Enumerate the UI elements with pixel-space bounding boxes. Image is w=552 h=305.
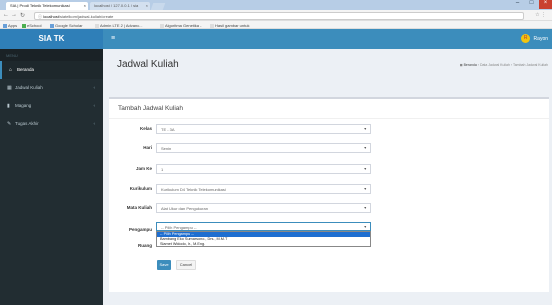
browser-tab-inactive[interactable]: localhost / 127.0.0.1 / sia × (90, 2, 150, 10)
sidebar-header: MENU (0, 49, 103, 61)
app-logo[interactable]: SIA TK (0, 29, 103, 49)
sidebar-item-label: Beranda (17, 67, 35, 72)
pen-icon: ✎ (7, 121, 12, 127)
breadcrumb-item[interactable]: Beranda (464, 63, 477, 67)
browser-tab-bar: SIA | Prodi Teknik Telekomunikasi × loca… (0, 0, 552, 10)
minimize-icon[interactable]: – (511, 0, 524, 9)
sidebar-item-label: Magang (15, 103, 32, 108)
mata-kuliah-value: Alat Ukur dan Pengukuran (161, 206, 208, 211)
mata-kuliah-label: Mata Kuliah (126, 205, 152, 210)
scholar-icon (50, 24, 54, 28)
breadcrumb: ◼ Beranda › Data Jadwal Kuliah › Tambah … (459, 63, 548, 67)
table-icon: ▦ (7, 85, 12, 91)
divider (109, 118, 549, 119)
breadcrumb-item: Tambah Jadwal Kuliah (512, 63, 548, 67)
sidebar-item-magang[interactable]: ▮ Magang ‹ (0, 97, 103, 115)
pengampu-value: -- Pilih Pengampu -- (161, 225, 197, 230)
cancel-button[interactable]: Cancel (176, 260, 196, 270)
breadcrumb-item[interactable]: Data Jadwal Kuliah (480, 63, 510, 67)
url-path: /siatelkom/jadwal-kuliah/create (58, 13, 114, 19)
sidebar-item-label: Tugas Akhir (15, 121, 39, 126)
user-menu[interactable]: R Rayon (521, 34, 548, 43)
sidebar-item-beranda[interactable]: ⌂ Beranda (0, 61, 103, 79)
page-title: Jadwal Kuliah (117, 59, 179, 70)
bookmark-hasil-gambar[interactable]: Hasil gambar untuk (210, 23, 249, 28)
forward-icon[interactable]: → (11, 12, 17, 18)
mata-kuliah-select[interactable]: Alat Ukur dan Pengukuran ▼ (156, 203, 371, 213)
ruang-label: Ruang (138, 243, 152, 248)
maximize-icon[interactable]: □ (525, 0, 538, 9)
address-bar-row: ← → ↻ ⓘ localhost/siatelkom/jadwal-kulia… (0, 10, 552, 21)
pengampu-label: Pengampu (128, 227, 152, 232)
reload-icon[interactable]: ↻ (20, 12, 25, 19)
chart-icon: ▮ (7, 103, 10, 109)
caret-down-icon: ▼ (363, 146, 367, 150)
chevron-left-icon: ‹ (93, 103, 96, 108)
save-button[interactable]: Save (157, 260, 171, 270)
close-tab-icon[interactable]: × (84, 3, 86, 8)
sidebar: MENU ⌂ Beranda ▦ Jadwal Kuliah ‹ ▮ Magang ‹… (0, 49, 103, 305)
eschool-icon (22, 24, 26, 28)
sidebar-item-jadwal-kuliah[interactable]: ▦ Jadwal Kuliah ‹ (0, 79, 103, 97)
url-host: localhost (43, 13, 59, 19)
pengampu-select[interactable]: -- Pilih Pengampu -- ▼ (156, 222, 371, 231)
browser-tab-active[interactable]: SIA | Prodi Teknik Telekomunikasi × (6, 2, 88, 10)
kurikulum-label: Kurikulum (129, 186, 152, 191)
jam-ke-select[interactable]: 1 ▼ (156, 164, 371, 174)
sidebar-item-tugas-akhir[interactable]: ✎ Tugas Akhir ‹ (0, 115, 103, 133)
bookmark-google-scholar[interactable]: Google Scholar (50, 23, 83, 28)
pengampu-option[interactable]: Slamet Widodo, Ir., M.Eng. (157, 242, 370, 247)
pengampu-dropdown: -- Pilih Pengampu -- Bambang Eko Sumarso… (156, 231, 371, 247)
page-icon (210, 24, 214, 28)
home-icon: ⌂ (9, 67, 13, 73)
jam-ke-label: Jam Ke (135, 166, 152, 171)
back-icon[interactable]: ← (3, 12, 9, 18)
caret-down-icon: ▼ (363, 167, 367, 171)
bookmark-star-icon[interactable]: ☆ ⋮ (535, 12, 546, 18)
hari-label: Hari (143, 145, 152, 150)
caret-down-icon: ▼ (363, 225, 367, 229)
kelas-label: Kelas (139, 126, 152, 131)
bookmark-apps[interactable]: Apps (3, 23, 17, 28)
new-tab-button[interactable] (150, 3, 166, 10)
tab-label: localhost / 127.0.0.1 / sia (94, 3, 139, 8)
kelas-value: TE - 3A (161, 127, 175, 132)
caret-down-icon: ▼ (363, 206, 367, 210)
close-window-icon[interactable]: × (539, 0, 552, 9)
bookmarks-bar: Apps eSchool Google Scholar Admin LTE 2 … (0, 21, 552, 29)
apps-icon (3, 24, 7, 28)
user-name: Rayon (533, 35, 548, 42)
bookmark-eschool[interactable]: eSchool (22, 23, 41, 28)
sidebar-item-label: Jadwal Kuliah (15, 85, 43, 90)
bookmark-adminlte[interactable]: Admin LTE 2 | Advanc... (95, 23, 143, 28)
url-input[interactable]: ⓘ localhost/siatelkom/jadwal-kuliah/crea… (34, 11, 524, 20)
caret-down-icon: ▼ (363, 187, 367, 191)
kurikulum-value: Kurikulum D4 Teknik Telekomunikasi (161, 187, 226, 192)
page-icon (95, 24, 99, 28)
chevron-left-icon: ‹ (93, 85, 96, 90)
content-header: Jadwal Kuliah ◼ Beranda › Data Jadwal Ku… (103, 49, 552, 89)
bookmark-algoritma[interactable]: Algoritma Genetika - (160, 23, 201, 28)
form-title: Tambah Jadwal Kuliah (118, 105, 184, 112)
caret-down-icon: ▼ (363, 127, 367, 131)
page-icon (160, 24, 164, 28)
kurikulum-select[interactable]: Kurikulum D4 Teknik Telekomunikasi ▼ (156, 184, 371, 194)
jam-ke-value: 1 (161, 167, 164, 172)
avatar: R (521, 34, 531, 43)
hari-select[interactable]: Senin ▼ (156, 143, 371, 153)
menu-toggle-icon[interactable]: ≡ (111, 35, 115, 42)
hari-value: Senin (161, 146, 172, 151)
tab-label: SIA | Prodi Teknik Telekomunikasi (10, 3, 70, 8)
top-navbar: ≡ R Rayon (103, 29, 552, 49)
close-tab-icon[interactable]: × (146, 3, 148, 8)
kelas-select[interactable]: TE - 3A ▼ (156, 124, 371, 134)
dashboard-icon: ◼ (459, 63, 463, 67)
